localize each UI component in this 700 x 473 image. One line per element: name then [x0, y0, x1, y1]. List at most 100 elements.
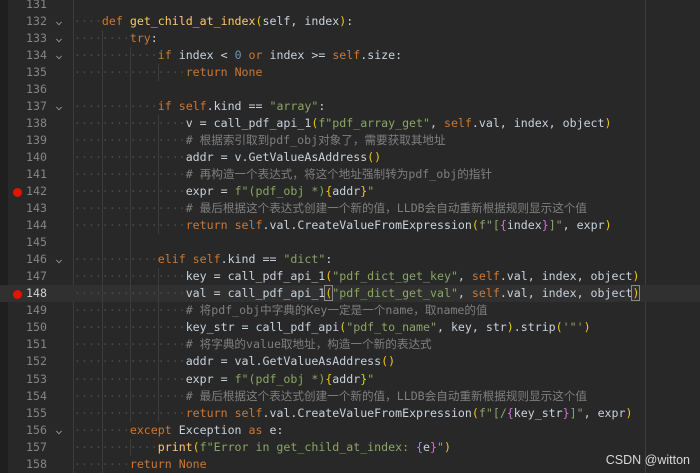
- code-token: ): [604, 115, 612, 130]
- code-line[interactable]: 155 ················return self.val.Creat…: [0, 404, 700, 422]
- indent-whitespace: ············: [74, 439, 158, 454]
- code-line[interactable]: 149 ················# 将pdf_obj中字典的Key一定是一…: [0, 302, 700, 320]
- line-number[interactable]: 141: [8, 166, 47, 183]
- code-line[interactable]: 157 ············print(f"Error in get_chil…: [0, 438, 700, 456]
- code-line[interactable]: 151 ················# 将字典的value取地址，构造一个新的…: [0, 336, 700, 354]
- line-number[interactable]: 137: [8, 98, 47, 115]
- indent-whitespace: ················: [74, 269, 186, 284]
- code-token: ): [631, 285, 641, 302]
- code-editor[interactable]: 131 132 ⌄ ····def get_child_at_index(self, …: [0, 0, 700, 473]
- line-number[interactable]: 144: [8, 217, 47, 234]
- breakpoint-icon[interactable]: [13, 187, 22, 197]
- code-line[interactable]: 140 ················addr = v.GetValueAsAd…: [0, 148, 700, 166]
- code-line[interactable]: 145: [0, 234, 700, 252]
- code-line[interactable]: 143 ················# 最后根据这个表达式创建一个新的值，LL…: [0, 200, 700, 218]
- fold-chevron-icon[interactable]: ⌄: [55, 251, 63, 268]
- code-text: ················# 再构造一个表达式，将这个地址强制转为pdf_…: [74, 166, 492, 183]
- code-line[interactable]: 131: [0, 0, 700, 13]
- code-line[interactable]: 148 ················val = call_pdf_api_1(…: [0, 285, 700, 303]
- line-number[interactable]: 151: [8, 336, 47, 353]
- line-number[interactable]: 152: [8, 353, 47, 370]
- code-line[interactable]: 132 ⌄ ····def get_child_at_index(self, ind…: [0, 13, 700, 30]
- code-token: "pdf_dict_get_val": [332, 286, 458, 301]
- line-number[interactable]: 145: [8, 234, 47, 251]
- code-token: expr =: [185, 371, 235, 386]
- code-token: addr = val.GetValueAsAddress: [185, 354, 382, 369]
- code-line[interactable]: 152 ················addr = val.GetValueAs…: [0, 353, 700, 371]
- code-token: self: [471, 269, 500, 284]
- line-number[interactable]: 133: [8, 30, 47, 47]
- code-text: ················# 将pdf_obj中字典的Key一定是一个na…: [74, 302, 488, 319]
- indent-whitespace: ················: [74, 201, 186, 216]
- line-number[interactable]: 132: [8, 13, 47, 30]
- code-line[interactable]: 135 ················return None: [0, 63, 700, 81]
- code-token: self: [332, 47, 361, 62]
- code-line[interactable]: 147 ················key = call_pdf_api_1(…: [0, 268, 700, 286]
- code-line[interactable]: 146 ⌄ ············elif self.kind == "dict"…: [0, 251, 700, 269]
- code-line[interactable]: 154 ················# 最后根据这个表达式创建一个新的值，LL…: [0, 387, 700, 405]
- breakpoint-icon[interactable]: [13, 289, 22, 299]
- code-line[interactable]: 138 ················v = call_pdf_api_1(f"…: [0, 114, 700, 132]
- line-number[interactable]: 157: [8, 439, 47, 456]
- code-token: e: [423, 439, 431, 454]
- line-number[interactable]: 147: [8, 268, 47, 285]
- code-line[interactable]: 158 ········return None: [0, 455, 700, 473]
- code-token: self: [192, 252, 221, 267]
- code-line[interactable]: 133 ⌄ ········try:: [0, 29, 700, 47]
- code-line[interactable]: 134 ⌄ ············if index < 0 or index >=…: [0, 46, 700, 64]
- code-text: ················return self.val.CreateVa…: [74, 405, 632, 422]
- line-number[interactable]: 154: [8, 388, 47, 405]
- code-token: ,: [430, 115, 444, 130]
- code-line[interactable]: 137 ⌄ ············if self.kind == "array":: [0, 97, 700, 115]
- code-text: ····def get_child_at_index(self, index):: [74, 13, 353, 30]
- code-line[interactable]: 153 ················expr = f"(pdf_obj *){…: [0, 370, 700, 388]
- line-number[interactable]: 156: [8, 422, 47, 439]
- indent-whitespace: ········: [74, 30, 130, 45]
- line-number[interactable]: 136: [8, 81, 47, 98]
- fold-chevron-icon[interactable]: ⌄: [55, 422, 63, 439]
- line-number[interactable]: 134: [8, 47, 47, 64]
- line-number[interactable]: 150: [8, 319, 47, 336]
- code-line[interactable]: 150 ················key_str = call_pdf_ap…: [0, 319, 700, 337]
- line-number[interactable]: 143: [8, 200, 47, 217]
- line-number[interactable]: 155: [8, 405, 47, 422]
- indent-whitespace: ················: [74, 337, 186, 352]
- fold-chevron-icon[interactable]: ⌄: [55, 47, 63, 64]
- code-token: e:: [262, 422, 284, 437]
- code-line[interactable]: 142 ················expr = f"(pdf_obj *){…: [0, 183, 700, 201]
- code-token: f"pdf_array_get": [318, 115, 430, 130]
- line-number[interactable]: 138: [8, 115, 47, 132]
- code-token: (): [367, 149, 382, 164]
- code-token: index <: [171, 47, 235, 62]
- code-line[interactable]: 136: [0, 80, 700, 98]
- code-token: ): [506, 320, 514, 335]
- fold-chevron-icon[interactable]: ⌄: [55, 13, 63, 30]
- code-line[interactable]: 156 ⌄ ········except Exception as e:: [0, 421, 700, 439]
- fold-chevron-icon[interactable]: ⌄: [55, 30, 63, 47]
- code-text: ········try:: [74, 30, 158, 47]
- code-token: , key, str: [436, 320, 507, 335]
- line-number[interactable]: 139: [8, 132, 47, 149]
- line-number[interactable]: 140: [8, 149, 47, 166]
- code-token: {: [416, 439, 424, 454]
- code-line[interactable]: 141 ················# 再构造一个表达式，将这个地址强制转为p…: [0, 165, 700, 184]
- indent-whitespace: ················: [74, 354, 186, 369]
- code-token: return: [185, 218, 228, 233]
- line-number[interactable]: 153: [8, 371, 47, 388]
- code-line[interactable]: 139 ················# 根据索引取到pdf_obj对象了，需要…: [0, 131, 700, 149]
- indent-whitespace: ················: [74, 115, 186, 130]
- code-line[interactable]: 144 ················return self.val.Creat…: [0, 217, 700, 235]
- code-token: self: [234, 218, 263, 233]
- indent-whitespace: ················: [74, 405, 186, 420]
- code-token: except: [129, 422, 172, 437]
- line-number[interactable]: 131: [8, 0, 47, 13]
- line-number[interactable]: 149: [8, 302, 47, 319]
- code-text: ········except Exception as e:: [74, 422, 283, 439]
- fold-chevron-icon[interactable]: ⌄: [55, 98, 63, 115]
- line-number[interactable]: 135: [8, 64, 47, 81]
- line-number[interactable]: 158: [8, 456, 47, 473]
- line-number[interactable]: 146: [8, 251, 47, 268]
- code-token: "pdf_to_name": [346, 320, 437, 335]
